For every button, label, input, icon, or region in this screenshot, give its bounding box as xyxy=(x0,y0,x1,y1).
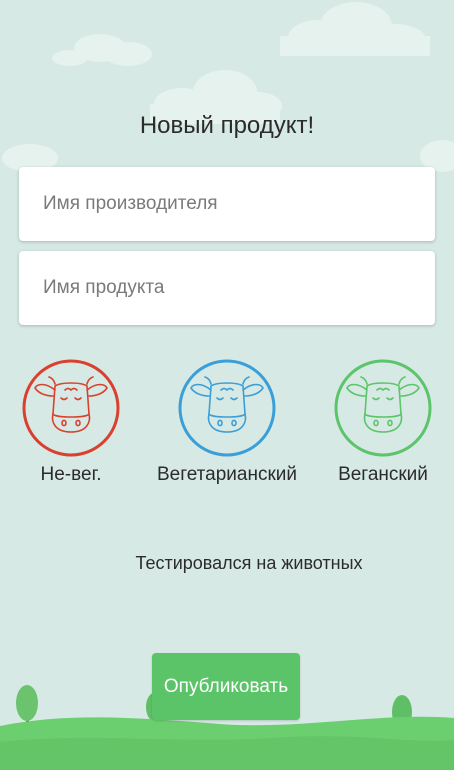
diet-option-vegan[interactable]: Веганский xyxy=(293,358,454,490)
product-name-input[interactable] xyxy=(19,251,435,325)
cow-icon xyxy=(333,358,433,458)
animal-testing-toggle[interactable]: Тестировался на животных xyxy=(0,553,454,574)
diet-option-label: Веганский xyxy=(338,464,428,485)
publish-button[interactable]: Опубликовать xyxy=(152,653,300,720)
cloud-shape xyxy=(52,34,152,66)
manufacturer-name-input[interactable] xyxy=(19,167,435,241)
page-title: Новый продукт! xyxy=(139,112,315,139)
grass-front xyxy=(0,736,454,770)
diet-option-vegetarian[interactable]: Вегетарианский xyxy=(137,358,317,490)
cow-icon xyxy=(21,358,121,458)
tree-icon xyxy=(16,685,38,724)
diet-option-label: Вегетарианский xyxy=(156,464,298,485)
cow-icon xyxy=(177,358,277,458)
cloud-shape xyxy=(280,2,430,56)
